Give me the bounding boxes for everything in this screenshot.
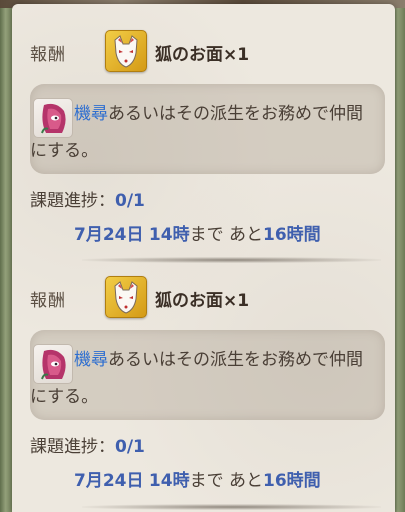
quest-list-panel[interactable]: 報酬 狐のお面×1 機尋あるいはその派生をお務めで仲間にする。 課題進捗：0/1…	[12, 4, 395, 512]
target-yokai-name[interactable]: 機尋	[74, 350, 108, 370]
reward-row: 報酬 狐のお面×1	[30, 276, 395, 320]
quest-description-box: 機尋あるいはその派生をお務めで仲間にする。	[30, 330, 385, 420]
quest-card: 報酬 狐のお面×1 機尋あるいはその派生をお務めで仲間にする。 課題進捗：0/1…	[12, 4, 395, 249]
deadline-until: まで	[189, 471, 224, 491]
fox-mask-icon[interactable]	[105, 30, 147, 72]
quest-deadline: 7月24日 14時まで あと16時間	[74, 220, 321, 245]
quest-card: 報酬 狐のお面×1 機尋あるいはその派生をお務めで仲間にする。 課題進捗：0/1…	[12, 250, 395, 495]
deadline-hour: 14時	[148, 225, 190, 245]
remaining-prefix: あと	[228, 225, 263, 245]
quest-progress: 課題進捗：0/1	[30, 432, 145, 457]
progress-label: 課題進捗：	[30, 437, 115, 457]
deadline-until: まで	[189, 225, 224, 245]
quest-description: 機尋あるいはその派生をお務めで仲間にする。	[30, 96, 370, 170]
remaining-prefix: あと	[228, 471, 263, 491]
deadline-date: 7月24日	[74, 225, 144, 245]
progress-label: 課題進捗：	[30, 191, 115, 211]
reward-item-name: 狐のお面×1	[155, 291, 250, 311]
progress-value: 0/1	[115, 191, 145, 211]
quest-description: 機尋あるいはその派生をお務めで仲間にする。	[30, 342, 370, 416]
deadline-hour: 14時	[148, 471, 190, 491]
quest-description-box: 機尋あるいはその派生をお務めで仲間にする。	[30, 84, 385, 174]
deadline-date: 7月24日	[74, 471, 144, 491]
quest-divider	[82, 504, 381, 510]
remaining-time: 16時間	[262, 225, 321, 245]
reward-label: 報酬	[30, 45, 66, 65]
reward-row: 報酬 狐のお面×1	[30, 30, 395, 74]
quest-progress: 課題進捗：0/1	[30, 186, 145, 211]
quest-deadline: 7月24日 14時まで あと16時間	[74, 466, 321, 491]
reward-label: 報酬	[30, 291, 66, 311]
fox-mask-icon[interactable]	[105, 276, 147, 318]
progress-value: 0/1	[115, 437, 145, 457]
remaining-time: 16時間	[262, 471, 321, 491]
reward-item-name: 狐のお面×1	[155, 45, 250, 65]
target-yokai-name[interactable]: 機尋	[74, 104, 108, 124]
